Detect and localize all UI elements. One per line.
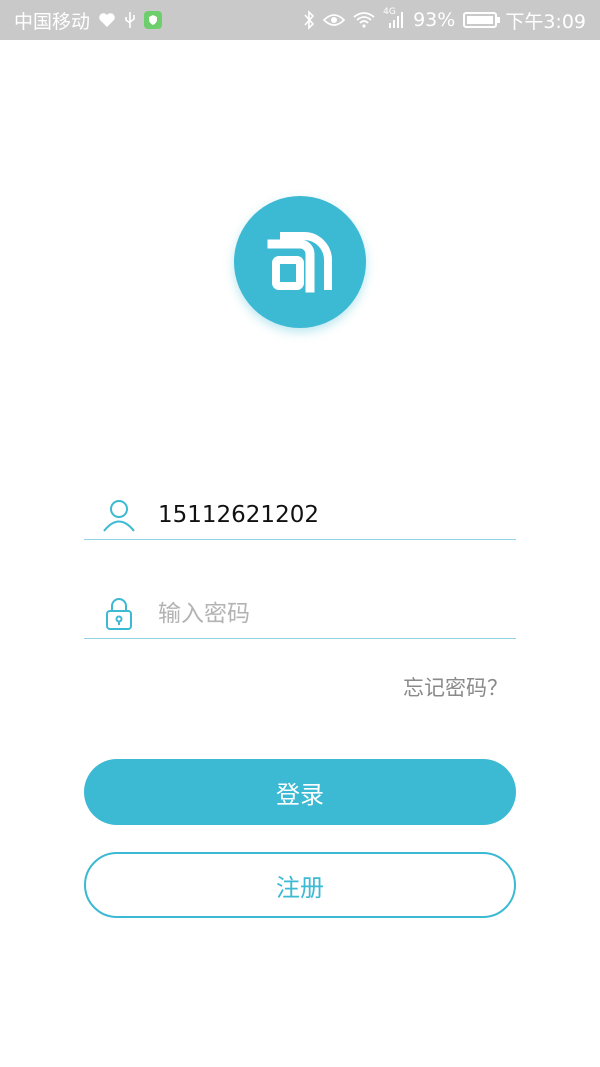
bluetooth-icon [303,10,315,30]
register-button[interactable]: 注册 [84,852,516,918]
signal-icon: 4G [383,7,405,29]
phone-field[interactable] [84,490,516,540]
security-app-icon [144,11,163,29]
forgot-password-link[interactable]: 忘记密码？ [403,672,508,702]
logo-mark-icon [267,232,332,293]
battery-percent: 93% [413,9,456,31]
status-bar: 中国移动 4G 93% 下午3:09 [0,0,600,40]
lock-icon [100,595,138,633]
network-type-label: 4G [383,7,396,17]
carrier-label: 中国移动 [14,10,91,33]
heart-icon [98,12,116,28]
battery-icon [463,12,501,28]
clock: 下午3:09 [505,10,586,33]
password-field[interactable] [84,589,516,639]
app-logo [234,196,366,328]
usb-icon [124,11,136,29]
eye-icon [323,13,346,27]
login-button[interactable]: 登录 [84,759,516,825]
phone-input[interactable] [158,501,478,528]
wifi-icon [353,12,375,28]
password-input[interactable] [158,600,478,627]
user-icon [100,496,138,534]
